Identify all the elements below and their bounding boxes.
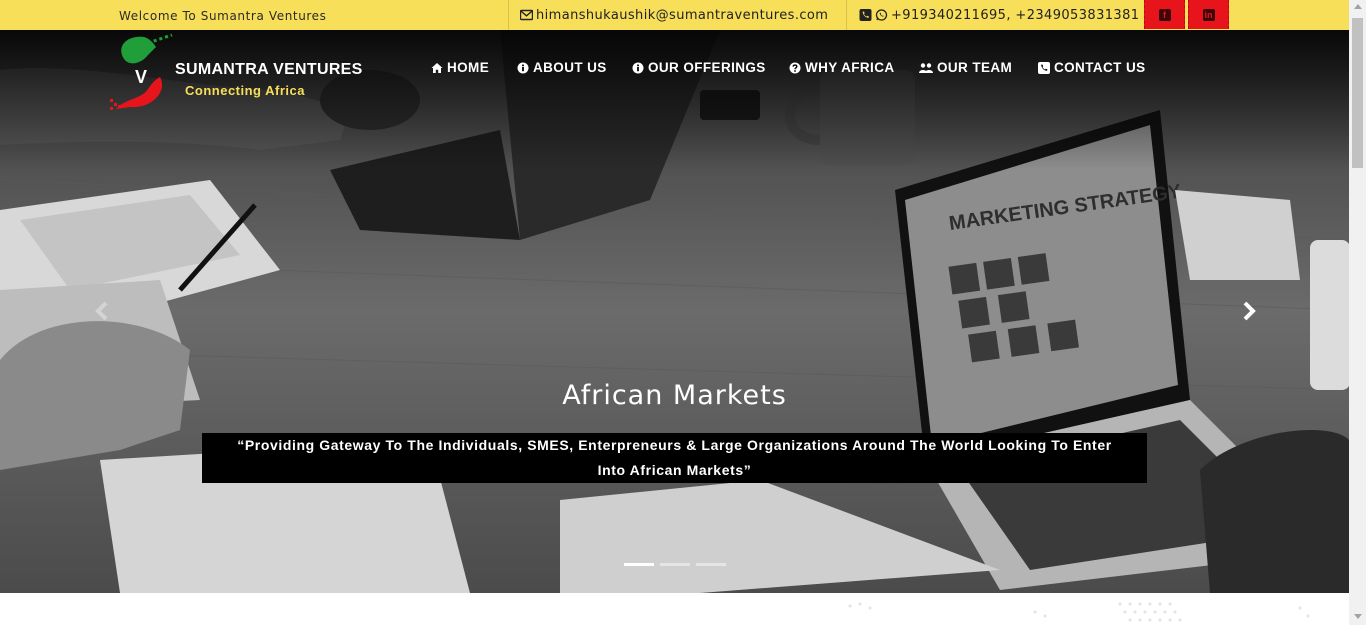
- phone-contact[interactable]: +919340211695, +2349053831381: [846, 0, 1140, 30]
- phone-icon: [859, 9, 872, 21]
- email-contact[interactable]: himanshukaushik@sumantraventures.com: [508, 0, 838, 30]
- nav-contact-us[interactable]: CONTACT US: [1038, 60, 1146, 75]
- linkedin-button[interactable]: in: [1188, 0, 1229, 29]
- facebook-button[interactable]: f: [1144, 0, 1185, 29]
- hero-carousel: MARKETING STRATEGY: [0, 30, 1349, 593]
- carousel-indicators: [624, 563, 726, 566]
- brand-logo[interactable]: V: [108, 33, 174, 115]
- carousel-next-arrow-icon[interactable]: [1234, 296, 1264, 326]
- hero-caption: “Providing Gateway To The Individuals, S…: [202, 433, 1147, 483]
- brand-name[interactable]: SUMANTRA VENTURES: [175, 61, 363, 79]
- scroll-thumb[interactable]: [1352, 18, 1363, 168]
- carousel-indicator-1[interactable]: [624, 563, 654, 566]
- nav-why-africa[interactable]: WHY AFRICA: [789, 60, 895, 75]
- nav-why-africa-label: WHY AFRICA: [805, 60, 895, 75]
- nav-contact-us-label: CONTACT US: [1054, 60, 1146, 75]
- home-icon: [431, 62, 443, 73]
- nav-our-offerings-label: OUR OFFERINGS: [648, 60, 766, 75]
- phone-numbers[interactable]: +919340211695, +2349053831381: [891, 8, 1139, 23]
- envelope-icon: [520, 9, 533, 21]
- hero-title: African Markets: [562, 380, 787, 411]
- users-icon: [919, 62, 933, 73]
- carousel-indicator-3[interactable]: [696, 563, 726, 566]
- brand-tagline: Connecting Africa: [185, 83, 305, 98]
- phone-square-icon: [1038, 61, 1050, 74]
- info-circle-icon: [517, 62, 529, 73]
- scroll-down-arrow-icon[interactable]: [1353, 614, 1362, 619]
- carousel-indicator-2[interactable]: [660, 563, 690, 566]
- email-text[interactable]: himanshukaushik@sumantraventures.com: [536, 8, 828, 23]
- page-scrollbar[interactable]: [1349, 0, 1366, 625]
- whatsapp-icon: [875, 9, 888, 21]
- info-circle-icon: [632, 62, 644, 73]
- nav-about-us-label: ABOUT US: [533, 60, 607, 75]
- welcome-text: Welcome To Sumantra Ventures: [119, 9, 327, 23]
- logo-letter: V: [135, 67, 147, 87]
- nav-our-team-label: OUR TEAM: [937, 60, 1013, 75]
- linkedin-icon: in: [1202, 8, 1215, 21]
- nav-our-offerings[interactable]: OUR OFFERINGS: [632, 60, 766, 75]
- nav-home-label: HOME: [447, 60, 490, 75]
- hero-caption-text: “Providing Gateway To The Individuals, S…: [237, 437, 1112, 478]
- top-bar: Welcome To Sumantra Ventures himanshukau…: [0, 0, 1349, 30]
- nav-our-team[interactable]: OUR TEAM: [919, 60, 1012, 75]
- hero-top-shade: [0, 30, 1349, 170]
- scroll-up-arrow-icon[interactable]: [1353, 4, 1362, 9]
- decorative-dots: [848, 602, 1310, 622]
- question-circle-icon: [789, 62, 801, 73]
- facebook-icon: f: [1158, 8, 1171, 21]
- nav-about-us[interactable]: ABOUT US: [517, 60, 607, 75]
- nav-home[interactable]: HOME: [431, 60, 489, 75]
- carousel-prev-arrow-icon[interactable]: [88, 296, 118, 326]
